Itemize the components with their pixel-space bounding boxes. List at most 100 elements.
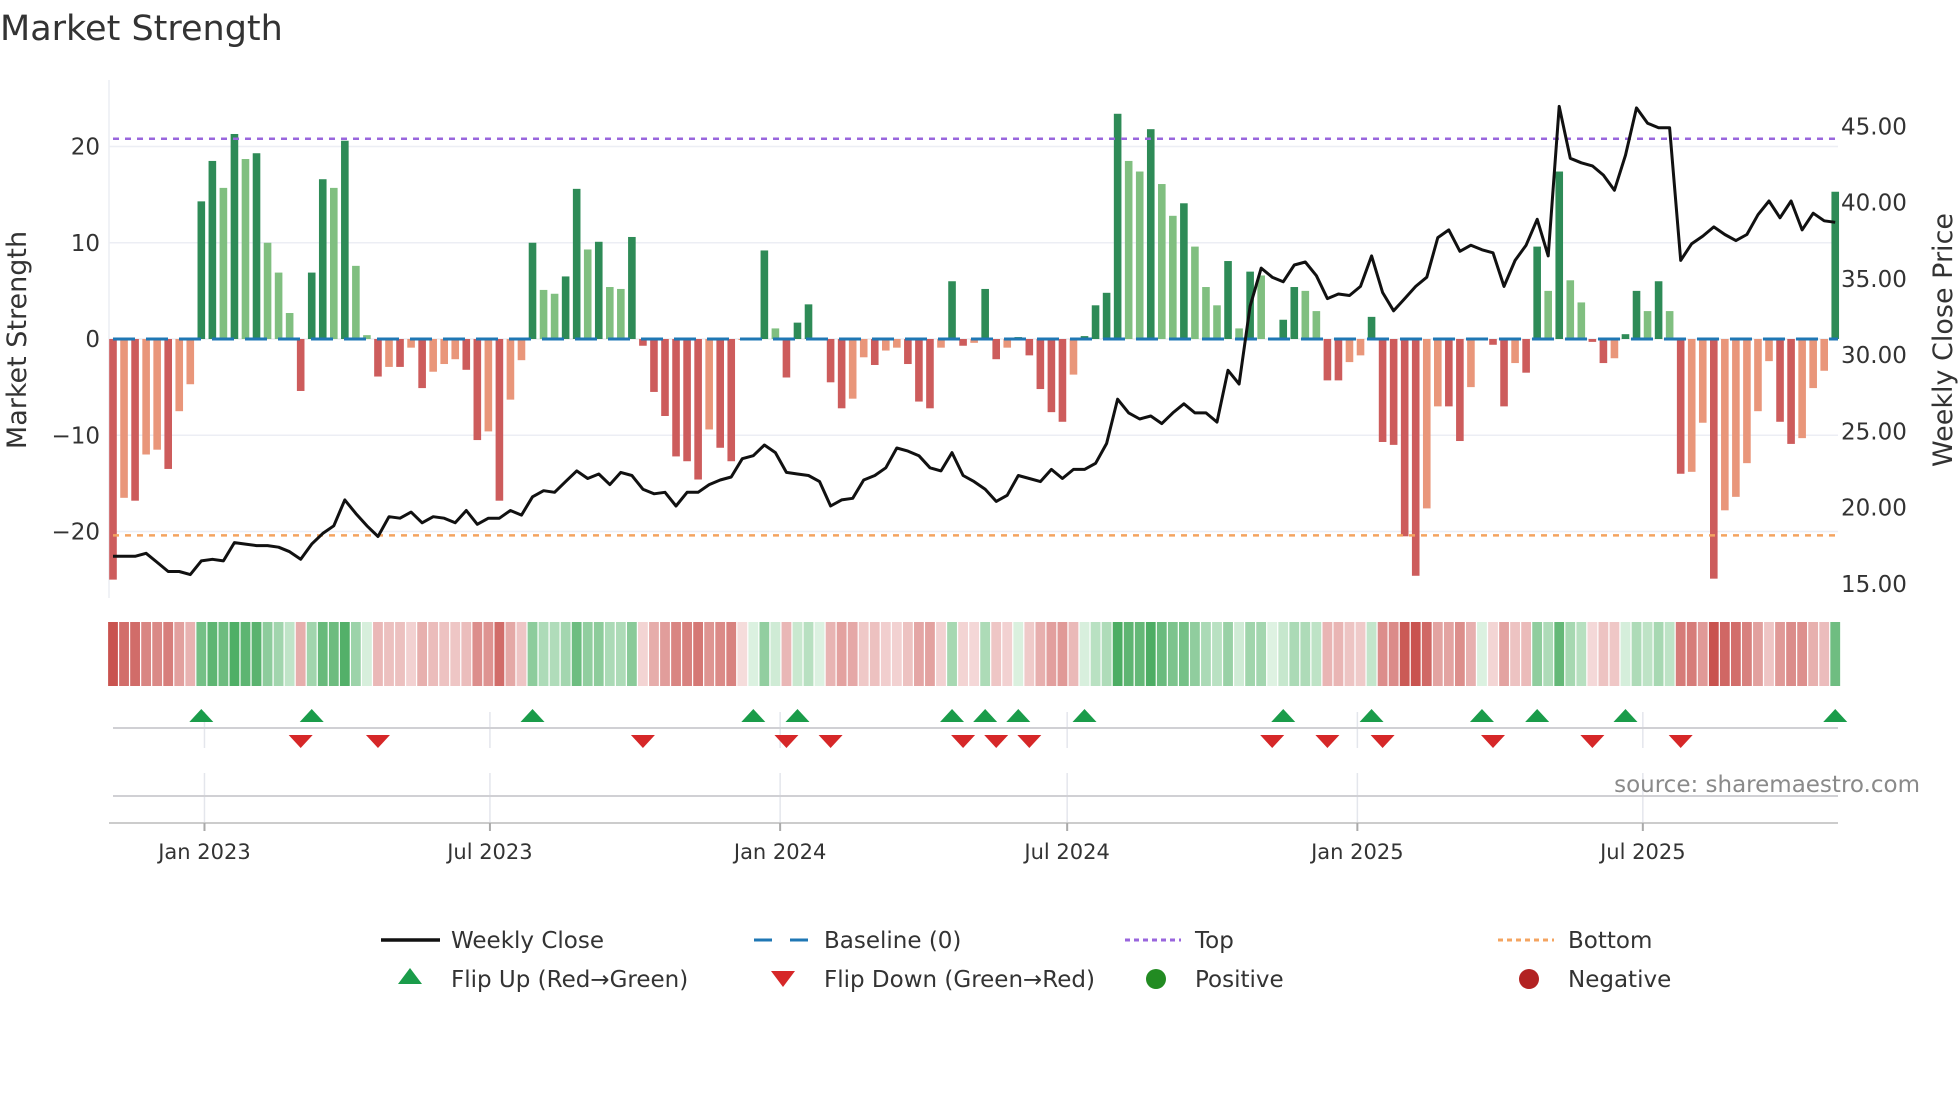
y2-tick-label: 40.00 [1841, 191, 1907, 217]
heat-cell [1499, 622, 1509, 686]
strength-bar [197, 201, 206, 339]
legend-label: Top [1194, 928, 1234, 954]
strength-bar [528, 242, 537, 339]
strength-bar [1732, 339, 1740, 497]
strength-bar [1511, 339, 1519, 364]
flip-down-marker [1580, 735, 1605, 748]
strength-bar [1102, 292, 1111, 339]
heat-cell [1587, 622, 1598, 686]
y2-tick-label: 20.00 [1841, 496, 1907, 522]
strength-bar [859, 339, 868, 358]
chart-title: Market Strength [0, 9, 283, 49]
flip-down-marker [1260, 735, 1285, 748]
strength-bar [1489, 339, 1497, 345]
heat-cell [969, 622, 980, 686]
heat-cell [494, 622, 505, 686]
heat-cell [858, 622, 869, 686]
strength-bar [716, 339, 724, 448]
heat-cell [891, 622, 902, 686]
heat-cell [958, 622, 968, 686]
heat-cell [1289, 622, 1300, 686]
y2-tick-label: 35.00 [1841, 267, 1907, 293]
heat-cell [174, 622, 185, 686]
flip-up-marker [1006, 709, 1031, 722]
heat-cell [836, 622, 847, 686]
strength-bar [1389, 339, 1398, 445]
strength-bar [1566, 280, 1575, 339]
heat-cell [1786, 622, 1796, 686]
strength-bar [1378, 339, 1387, 442]
strength-bar [352, 265, 360, 339]
heat-cell [604, 622, 615, 686]
heat-cell [1355, 622, 1366, 686]
strength-bar [1643, 311, 1652, 339]
strength-bar [1124, 160, 1133, 339]
strength-bar [252, 153, 261, 339]
heat-cell [395, 622, 405, 686]
flip-up-marker [1271, 709, 1296, 722]
heat-cell [1620, 622, 1631, 686]
strength-bar [1654, 281, 1663, 339]
strength-bar [429, 339, 437, 372]
strength-bar [263, 242, 272, 339]
strength-bar [1820, 339, 1828, 371]
strength-bar [1544, 290, 1552, 339]
heat-cell [1466, 622, 1476, 686]
strength-bar [1533, 246, 1541, 339]
strength-bar [539, 289, 548, 339]
heat-cell [1532, 622, 1543, 686]
heat-cell [1013, 622, 1024, 686]
legend-item: Top [1125, 928, 1234, 954]
heat-cell [1344, 622, 1355, 686]
heat-cell [1300, 622, 1311, 686]
heat-cell [814, 622, 825, 686]
heat-cell [163, 622, 174, 686]
heat-cell [1753, 622, 1763, 686]
heat-cell [869, 622, 880, 686]
strength-bar [506, 339, 515, 400]
heat-cell [914, 622, 924, 686]
y2-tick-label: 45.00 [1841, 114, 1907, 140]
legend-item: Weekly Close [381, 928, 604, 954]
strength-bar [1180, 203, 1188, 339]
heat-cell [1697, 622, 1708, 686]
heat-cell [991, 622, 1002, 686]
legend-label: Bottom [1568, 928, 1652, 954]
strength-bar [661, 339, 669, 416]
strength-bar [870, 339, 879, 365]
heat-cell [439, 622, 450, 686]
heat-cell [273, 622, 284, 686]
strength-bar [672, 339, 680, 457]
heat-cell [1819, 622, 1830, 686]
heat-cell [980, 622, 991, 686]
legend-item: Flip Down (Green→Red) [771, 967, 1095, 993]
heat-cell [1576, 622, 1587, 686]
left-axis: 20 10 0 −10 −20 [51, 135, 100, 546]
heat-cell [682, 622, 692, 686]
strength-bar [1500, 339, 1508, 407]
source-label: source: sharemaestro.com [1614, 772, 1920, 798]
strength-bar [219, 187, 228, 339]
x-tick-label: Jan 2023 [156, 840, 251, 864]
heat-cell [1024, 622, 1035, 686]
strength-bar [241, 159, 250, 339]
heat-cell [1521, 622, 1532, 686]
strength-bar [1798, 339, 1806, 439]
heat-cell [119, 622, 129, 686]
heat-cell [362, 622, 372, 686]
strength-bar [1169, 215, 1177, 339]
heat-cell [549, 622, 560, 686]
strength-bar [307, 272, 316, 339]
heat-cell [1190, 622, 1200, 686]
heat-cell [615, 622, 626, 686]
strength-bar [296, 339, 305, 391]
strength-bar [981, 288, 989, 339]
heat-cell [925, 622, 935, 686]
strength-bars [109, 113, 1840, 580]
flip-up-marker [1823, 709, 1848, 722]
strength-bar [1356, 339, 1365, 356]
heat-cell [406, 622, 416, 686]
heat-cell [185, 622, 196, 686]
heat-cell [1808, 622, 1819, 686]
heat-cell [1675, 622, 1686, 686]
